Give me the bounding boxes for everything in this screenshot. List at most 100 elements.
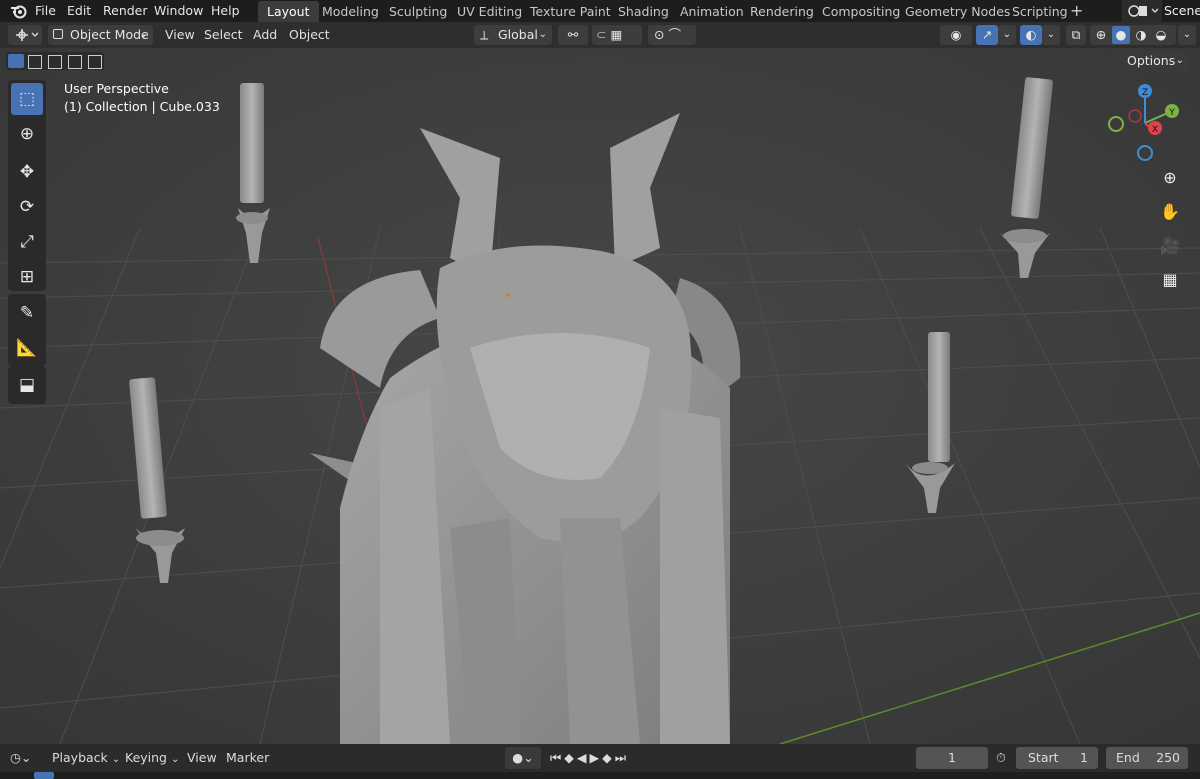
wireframe-shading-icon[interactable]: ⊕: [1092, 26, 1110, 44]
material-shading-icon[interactable]: ◑: [1132, 26, 1150, 44]
chevron-down-icon: ⌄: [538, 29, 547, 40]
select-extend-icon[interactable]: [28, 55, 42, 69]
end-value: 250: [1156, 750, 1180, 765]
record-keyframe-icon[interactable]: ●⌄: [505, 747, 541, 769]
move-tool-icon[interactable]: ✥: [11, 156, 43, 188]
scene-selector-icon[interactable]: [1122, 0, 1162, 22]
tab-compositing[interactable]: Compositing: [813, 1, 909, 22]
menu-view[interactable]: View: [165, 25, 195, 45]
options-dropdown[interactable]: Options ⌄: [1117, 51, 1189, 71]
timeline-ruler[interactable]: [0, 772, 1200, 779]
end-label: End: [1116, 750, 1140, 765]
overlays-toggle-icon[interactable]: ◐: [1020, 25, 1042, 45]
snap-toggle-icon[interactable]: ⊂ ▦: [592, 25, 642, 45]
start-value: 1: [1080, 750, 1088, 765]
cursor-tool-icon[interactable]: ⊕: [11, 118, 43, 150]
chevron-down-icon: ⌄: [170, 754, 180, 765]
editor-type-icon[interactable]: [8, 25, 42, 45]
menu-add[interactable]: Add: [253, 25, 277, 45]
clock-icon[interactable]: ⏱: [996, 747, 1012, 769]
menu-window[interactable]: Window: [154, 2, 203, 20]
select-new-icon[interactable]: [8, 54, 24, 68]
timeline-editor-type-icon[interactable]: ◷⌄: [10, 747, 40, 769]
xray-toggle-icon[interactable]: ⧉: [1066, 25, 1086, 45]
select-invert-icon[interactable]: [68, 55, 82, 69]
menu-render[interactable]: Render: [103, 2, 148, 20]
camera-view-icon[interactable]: 🎥: [1155, 230, 1185, 260]
rotate-tool-icon[interactable]: ⟳: [11, 191, 43, 223]
shading-mode-group: ⊕ ● ◑ ◒: [1090, 25, 1176, 45]
start-frame-field[interactable]: Start 1: [1016, 747, 1098, 769]
measure-tool-icon[interactable]: 📐: [11, 332, 43, 364]
jump-end-icon[interactable]: ⏭: [615, 750, 629, 765]
current-frame-field[interactable]: 1: [916, 747, 988, 769]
tab-layout[interactable]: Layout: [258, 1, 319, 22]
pan-hand-icon[interactable]: ✋: [1155, 196, 1185, 226]
play-reverse-icon[interactable]: ◀: [577, 750, 590, 765]
menu-help[interactable]: Help: [211, 2, 240, 20]
playhead[interactable]: [34, 772, 54, 779]
pivot-point-icon[interactable]: ⚯: [558, 25, 588, 45]
menu-select[interactable]: Select: [204, 25, 243, 45]
chevron-down-icon: ⌄: [139, 29, 148, 40]
toolbar-transform-group: ✥ ⟳ ⤢ ⊞: [8, 153, 46, 291]
perspective-toggle-icon[interactable]: ▦: [1155, 264, 1185, 294]
blender-logo-icon[interactable]: [10, 3, 28, 19]
menu-playback[interactable]: Playback ⌄: [52, 747, 120, 769]
gizmo-toggle-icon[interactable]: ↗: [976, 25, 998, 45]
toolbar-select-group: ⬚ ⊕: [8, 80, 46, 157]
tab-rendering[interactable]: Rendering: [741, 1, 823, 22]
playback-label: Playback: [52, 750, 108, 765]
orientation-label: Global: [498, 27, 538, 42]
options-label: Options: [1127, 53, 1176, 68]
playback-controls: ⏮◆◀▶◆⏭: [550, 747, 650, 769]
rendered-shading-icon[interactable]: ◒: [1152, 26, 1170, 44]
select-subtract-icon[interactable]: [48, 55, 62, 69]
active-object-label: (1) Collection | Cube.033: [64, 99, 220, 114]
menu-marker[interactable]: Marker: [226, 747, 269, 769]
proportional-editing-icon[interactable]: ⊙ ⌒: [648, 25, 696, 45]
chevron-down-icon[interactable]: ⌄: [998, 25, 1016, 45]
chevron-down-icon[interactable]: ⌄: [1178, 25, 1196, 45]
menu-file[interactable]: File: [35, 2, 56, 20]
annotate-tool-icon[interactable]: ✎: [11, 297, 43, 329]
add-cube-tool-icon[interactable]: ⬓: [11, 369, 43, 401]
tab-scripting[interactable]: Scripting: [1003, 1, 1077, 22]
keying-label: Keying: [125, 750, 167, 765]
mode-dropdown[interactable]: Object Mode ⌄: [48, 25, 153, 45]
transform-orientation-dropdown[interactable]: ⟂ Global ⌄: [474, 25, 552, 45]
tab-sculpting[interactable]: Sculpting: [380, 1, 456, 22]
chevron-down-icon[interactable]: ⌄: [1042, 25, 1060, 45]
chevron-down-icon: ⌄: [1175, 55, 1184, 66]
select-mode-group: [6, 52, 104, 70]
tab-shading[interactable]: Shading: [609, 1, 678, 22]
transform-tool-icon[interactable]: ⊞: [11, 261, 43, 293]
add-workspace-icon[interactable]: +: [1070, 1, 1083, 21]
view-controls: ⊕ ✋ 🎥 ▦: [1155, 162, 1185, 294]
prev-keyframe-icon[interactable]: ◆: [564, 750, 577, 765]
jump-start-icon[interactable]: ⏮: [550, 750, 564, 765]
tab-modeling[interactable]: Modeling: [313, 1, 388, 22]
solid-shading-icon[interactable]: ●: [1112, 26, 1130, 44]
start-label: Start: [1028, 750, 1059, 765]
next-keyframe-icon[interactable]: ◆: [602, 750, 615, 765]
menu-timeline-view[interactable]: View: [187, 747, 217, 769]
menu-object[interactable]: Object: [289, 25, 330, 45]
scale-tool-icon[interactable]: ⤢: [11, 226, 43, 258]
tab-texture-paint[interactable]: Texture Paint: [521, 1, 620, 22]
select-intersect-icon[interactable]: [88, 55, 102, 69]
end-frame-field[interactable]: End 250: [1106, 747, 1188, 769]
select-box-tool-icon[interactable]: ⬚: [11, 83, 43, 115]
3d-viewport[interactable]: Options ⌄ User Perspective (1) Collectio…: [0, 48, 1200, 744]
chevron-down-icon: ⌄: [111, 754, 121, 765]
menu-keying[interactable]: Keying ⌄: [125, 747, 179, 769]
menu-edit[interactable]: Edit: [67, 2, 91, 20]
visibility-eye-icon[interactable]: ◉: [940, 25, 972, 45]
tab-uv-editing[interactable]: UV Editing: [448, 1, 531, 22]
scene-label[interactable]: Scene: [1164, 2, 1200, 20]
navigation-gizmo[interactable]: Z Y X: [1100, 78, 1190, 168]
object-mode-icon: [53, 29, 63, 39]
play-icon[interactable]: ▶: [590, 750, 603, 765]
zoom-icon[interactable]: ⊕: [1155, 162, 1185, 192]
tab-geometry-nodes[interactable]: Geometry Nodes: [896, 1, 1019, 22]
